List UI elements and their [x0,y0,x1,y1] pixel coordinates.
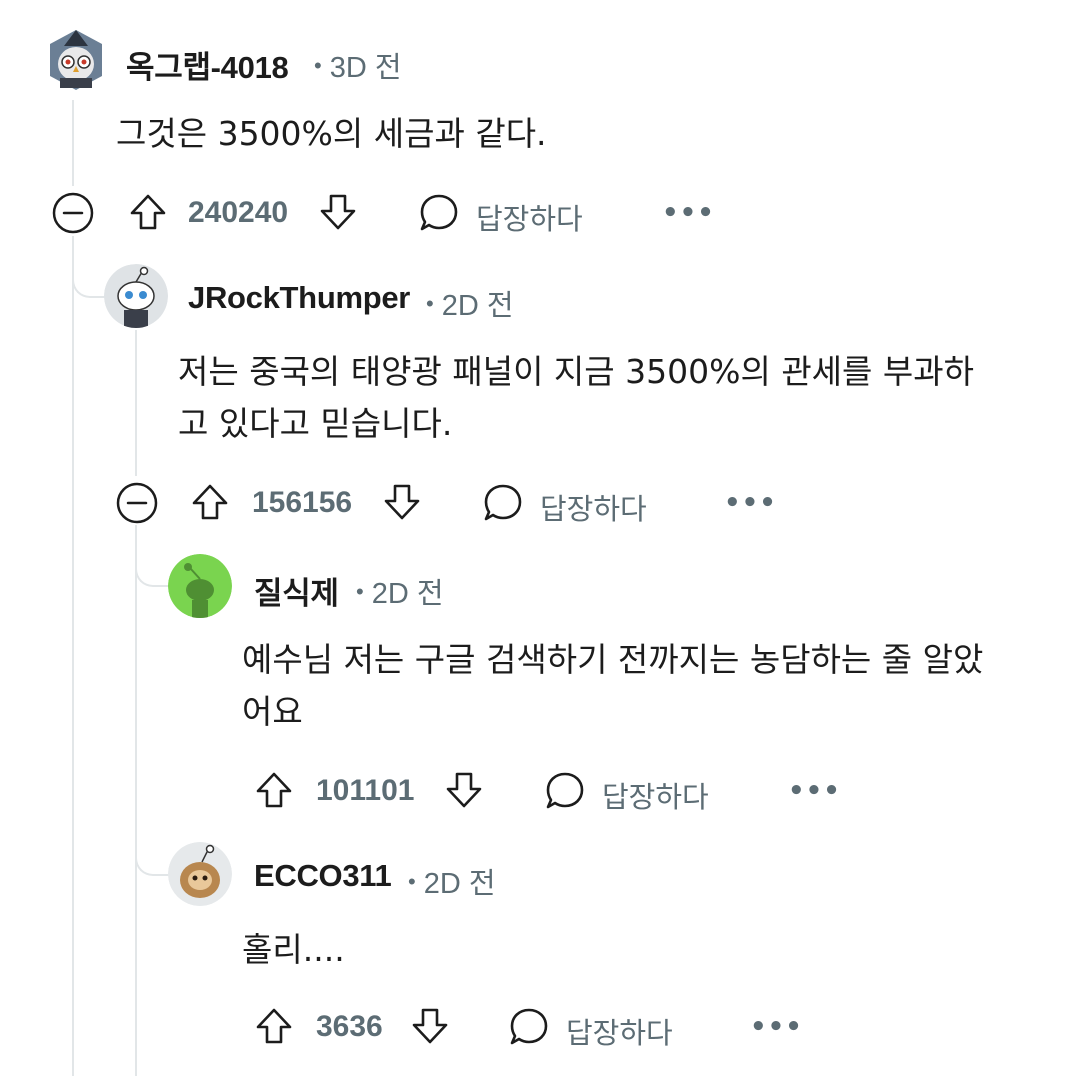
more-dots-icon[interactable]: ••• [750,1012,803,1042]
comment-timestamp: • 3D 전 [314,52,402,84]
reply-button[interactable]: 답장하다 [540,486,647,528]
thread-elbow-4 [135,810,171,876]
downvote-arrow-icon[interactable] [410,1006,450,1050]
downvote-arrow-icon[interactable] [444,770,484,814]
upvote-arrow-icon[interactable] [190,482,230,526]
vote-count: 101101 [316,774,415,807]
comment-username[interactable]: 질식제 [254,568,339,613]
upvote-arrow-icon[interactable] [254,1006,294,1050]
collapse-minus-icon[interactable] [116,482,158,528]
reply-button[interactable]: 답장하다 [476,196,583,238]
upvote-arrow-icon[interactable] [254,770,294,814]
downvote-arrow-icon[interactable] [382,482,422,526]
thread-elbow-2 [72,236,108,298]
comment-timestamp: • 2D 전 [426,290,514,322]
avatar[interactable] [46,28,106,92]
more-dots-icon[interactable]: ••• [662,198,715,228]
speech-bubble-icon[interactable] [508,1006,550,1052]
thread-line-level3 [135,525,137,1076]
avatar[interactable] [104,264,168,328]
comment-body: 그것은 3500%의 세금과 같다. [116,114,547,153]
vote-count: 3636 [316,1010,383,1043]
thread-elbow-3 [135,525,171,587]
comment-body-line1: 예수님 저는 구글 검색하기 전까지는 농담하는 줄 알았 [242,640,984,679]
vote-count: 156156 [252,486,353,519]
comment-timestamp: • 2D 전 [408,868,496,900]
reply-button[interactable]: 답장하다 [602,774,709,816]
comment-body-line2: 어요 [242,692,303,731]
comment-timestamp: • 2D 전 [356,578,444,610]
comment-body-line1: 저는 중국의 태양광 패널이 지금 3500%의 관세를 부과하 [178,352,974,391]
speech-bubble-icon[interactable] [418,192,460,238]
thread-line-level1-top [72,100,74,186]
green-snoo-avatar-icon [168,554,232,618]
comment-username[interactable]: 옥그랩-4018 [126,42,289,87]
vote-count: 240240 [188,196,289,229]
speech-bubble-icon[interactable] [544,770,586,816]
reply-button[interactable]: 답장하다 [566,1010,673,1052]
comment-username[interactable]: JRockThumper [188,280,410,316]
snoo-avatar-icon [104,264,168,328]
upvote-arrow-icon[interactable] [128,192,168,236]
avatar[interactable] [168,554,232,618]
collapse-minus-icon[interactable] [52,192,94,238]
avatar[interactable] [168,842,232,906]
comment-body-line2: 고 있다고 믿습니다. [178,404,453,443]
brown-snoo-avatar-icon [168,842,232,906]
wizard-owl-avatar-icon [50,30,102,90]
thread-line-level2-top [135,330,137,476]
thread-line-level1 [72,236,74,1076]
comment-body: 홀리.... [242,930,345,969]
speech-bubble-icon[interactable] [482,482,524,528]
downvote-arrow-icon[interactable] [318,192,358,236]
more-dots-icon[interactable]: ••• [788,776,841,806]
comment-username[interactable]: ECCO311 [254,858,392,894]
more-dots-icon[interactable]: ••• [724,488,777,518]
